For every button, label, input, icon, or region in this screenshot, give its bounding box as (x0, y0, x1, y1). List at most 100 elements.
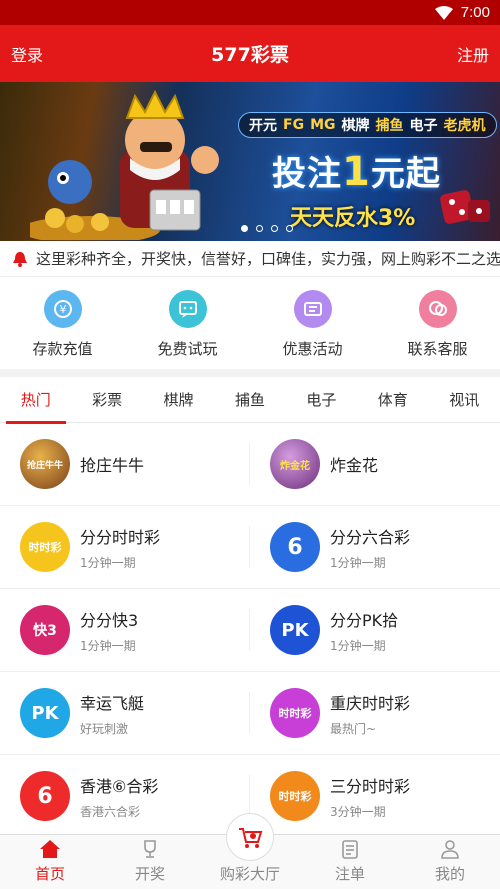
nav-bets-label: 注单 (334, 864, 365, 883)
carousel-dot-4[interactable] (286, 225, 293, 232)
niuniu-game-icon: 抢庄牛牛 (20, 439, 70, 489)
quick-promotions[interactable]: 优惠活动 (258, 289, 368, 359)
cqssc-game-icon: 时时彩 (270, 688, 320, 738)
game-name: 重庆时时彩 (330, 693, 411, 713)
game-item-fflhc[interactable]: 6 分分六合彩 1分钟一期 (250, 506, 500, 588)
tab-live-video[interactable]: 视讯 (434, 377, 494, 423)
bottom-nav: 首页 开奖 购彩大厅 注单 我的 (0, 812, 500, 889)
nav-lottery-hall[interactable]: 购彩大厅 (200, 812, 300, 889)
sfssc-game-icon: 时时彩 (270, 771, 320, 821)
chat-icon (168, 289, 207, 328)
provider-tags: 开元 FG MG 棋牌 捕鱼 电子 老虎机 (238, 112, 497, 138)
game-item-xglhc[interactable]: 6 香港⑥合彩香港六合彩 (0, 755, 250, 837)
game-subtitle: 最热门~ (330, 721, 377, 736)
quick-support-label: 联系客服 (407, 339, 468, 358)
game-subtitle: 1分钟一期 (330, 638, 386, 653)
game-item-xyft[interactable]: PK 幸运飞艇好玩刺激 (0, 672, 250, 754)
tab-hot[interactable]: 热门 (5, 377, 66, 424)
tag-qipai: 棋牌 (341, 118, 370, 134)
category-tabs: 热门 彩票 棋牌 捕鱼 电子 体育 视讯 (0, 377, 500, 424)
carousel-dot-3[interactable] (271, 225, 278, 232)
tab-electronic[interactable]: 电子 (291, 377, 351, 423)
quick-promotions-label: 优惠活动 (282, 339, 343, 358)
game-name: 香港⑥合彩 (80, 776, 159, 796)
game-subtitle: 香港六合彩 (80, 804, 141, 819)
game-item-qiangzhuang-niuniu[interactable]: 抢庄牛牛 抢庄牛牛 (0, 423, 250, 505)
game-row: 快3 分分快3 1分钟一期 PK 分分PK拾 1分钟一期 (0, 589, 500, 672)
tag-kaiyuan: 开元 (249, 118, 277, 134)
headline-suffix: 元起 (370, 154, 441, 194)
game-name: 分分时时彩 (80, 527, 161, 547)
banner-subline: 天天反水3% (290, 206, 416, 231)
game-name: 分分快3 (80, 610, 139, 630)
game-name: 炸金花 (330, 456, 379, 475)
quick-actions: ¥ 存款充值 免费试玩 优惠活动 联系客服 (0, 277, 500, 369)
tab-fishing[interactable]: 捕鱼 (220, 377, 280, 423)
cart-icon (226, 812, 274, 861)
tab-chess[interactable]: 棋牌 (149, 377, 209, 423)
nav-profile[interactable]: 我的 (400, 835, 500, 889)
xyft-game-icon: PK (20, 688, 70, 738)
app-header: 登录 577彩票 注册 (0, 25, 500, 82)
quick-deposit[interactable]: ¥ 存款充值 (8, 289, 118, 359)
tag-laohuji: 老虎机 (443, 118, 486, 134)
game-item-ffssc[interactable]: 时时彩 分分时时彩 1分钟一期 (0, 506, 250, 588)
nav-results-label: 开奖 (134, 864, 165, 883)
game-subtitle: 3分钟一期 (330, 804, 386, 819)
lhc-game-icon: 6 (270, 522, 320, 572)
game-item-ffpk10[interactable]: PK 分分PK拾 1分钟一期 (250, 589, 500, 671)
quick-free-trial-label: 免费试玩 (157, 339, 218, 358)
headline-number: 1 (342, 149, 371, 195)
game-list: 抢庄牛牛 抢庄牛牛 炸金花 炸金花 时时彩 分分时时彩 1分钟一期 6 分分六合彩… (0, 423, 500, 838)
xglhc-game-icon: 6 (20, 771, 70, 821)
service-icon (418, 289, 457, 328)
zhajinhua-game-icon: 炸金花 (270, 439, 320, 489)
nav-bets[interactable]: 注单 (300, 835, 400, 889)
nav-home-label: 首页 (34, 864, 65, 883)
game-name: 分分六合彩 (330, 527, 411, 547)
ticket-icon (293, 289, 332, 328)
status-time: 7:00 (460, 4, 490, 21)
ssc-game-icon: 时时彩 (20, 522, 70, 572)
tag-mg: MG (310, 117, 336, 133)
game-name: 三分时时彩 (330, 776, 411, 796)
svg-text:¥: ¥ (59, 303, 66, 316)
game-item-zhajinhua[interactable]: 炸金花 炸金花 (250, 423, 500, 505)
register-button[interactable]: 注册 (457, 42, 489, 66)
nav-profile-label: 我的 (434, 864, 465, 883)
wifi-icon (434, 5, 453, 20)
tag-fg: FG (283, 117, 305, 133)
game-row: 抢庄牛牛 抢庄牛牛 炸金花 炸金花 (0, 423, 500, 506)
game-row: 时时彩 分分时时彩 1分钟一期 6 分分六合彩 1分钟一期 (0, 506, 500, 589)
nav-home[interactable]: 首页 (0, 835, 100, 889)
pk10-game-icon: PK (270, 605, 320, 655)
game-name: 幸运飞艇 (80, 693, 145, 713)
nav-results[interactable]: 开奖 (100, 835, 200, 889)
game-subtitle: 1分钟一期 (80, 638, 136, 653)
quick-support[interactable]: 联系客服 (383, 289, 493, 359)
login-button[interactable]: 登录 (11, 42, 43, 66)
carousel-dot-2[interactable] (256, 225, 263, 232)
game-item-cqssc[interactable]: 时时彩 重庆时时彩最热门~ (250, 672, 500, 754)
tab-sports[interactable]: 体育 (363, 377, 423, 423)
game-name: 抢庄牛牛 (80, 456, 145, 475)
page-title: 577彩票 (211, 44, 289, 66)
promo-banner[interactable]: 开元 FG MG 棋牌 捕鱼 电子 老虎机 投注1元起 天天反水3% (0, 82, 500, 241)
tag-buyu: 捕鱼 (375, 118, 404, 134)
game-item-ffk3[interactable]: 快3 分分快3 1分钟一期 (0, 589, 250, 671)
clipboard-icon (342, 839, 358, 859)
notice-bar[interactable]: 这里彩种齐全，开奖快，信誉好，口碑佳，实力强，网上购彩不二之选 (0, 241, 500, 277)
king-character-illustration (30, 90, 219, 240)
game-subtitle: 1分钟一期 (330, 555, 386, 570)
tab-lottery[interactable]: 彩票 (77, 377, 137, 423)
k3-game-icon: 快3 (20, 605, 70, 655)
notice-text: 这里彩种齐全，开奖快，信誉好，口碑佳，实力强，网上购彩不二之选 (36, 250, 500, 268)
quick-free-trial[interactable]: 免费试玩 (133, 289, 243, 359)
headline-prefix: 投注 (272, 154, 342, 194)
game-name: 分分PK拾 (330, 610, 399, 630)
trophy-icon (144, 839, 156, 858)
game-subtitle: 1分钟一期 (80, 555, 136, 570)
game-subtitle: 好玩刺激 (80, 721, 129, 736)
game-item-sfssc[interactable]: 时时彩 三分时时彩 3分钟一期 (250, 755, 500, 837)
carousel-dot-1[interactable] (241, 225, 248, 232)
